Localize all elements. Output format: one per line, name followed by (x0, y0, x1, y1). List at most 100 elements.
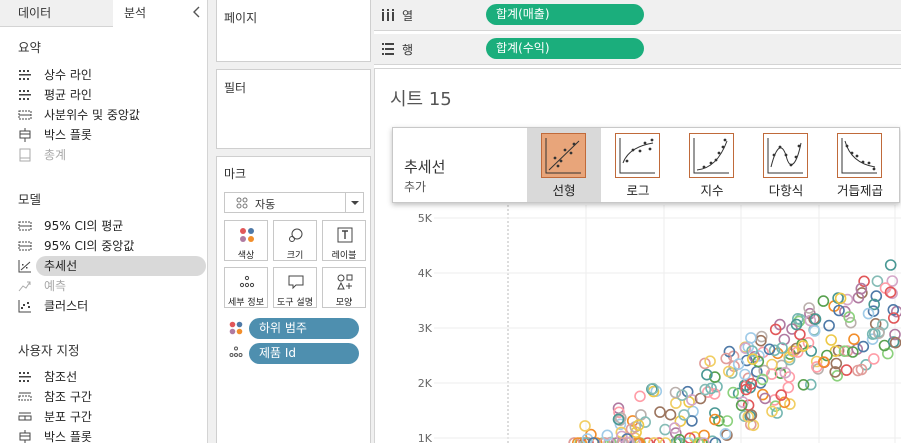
marks-label-button[interactable]: 레이블 (322, 220, 366, 261)
pane-tabs: 데이터 분석 (0, 0, 207, 27)
scatter-point (745, 332, 757, 344)
analytics-item-reference-band[interactable]: 참조 구간 (18, 387, 206, 407)
auto-mark-icon (236, 197, 248, 209)
scatter-point (884, 259, 897, 271)
section-title-custom: 사용자 지정 (18, 343, 80, 358)
analytics-item-label: 예측 (44, 279, 67, 293)
dropdown-arrow[interactable] (345, 193, 363, 212)
ci-median-icon (18, 241, 32, 251)
analytics-item-box-plot-custom[interactable]: 박스 플롯 (18, 427, 206, 443)
mark-type-label: 자동 (255, 198, 276, 211)
y-tick-label: 5K (418, 212, 433, 225)
analytics-item-label: 추세선 (44, 259, 78, 273)
distribution-band-icon (18, 412, 32, 421)
log-trend-icon (615, 133, 660, 178)
marks-button-label: 색상 (237, 251, 255, 261)
trend-option-polynomial[interactable]: 다항식 (749, 128, 823, 202)
analytics-item-label: 사분위수 및 중앙값 (44, 108, 140, 122)
trend-option-label: 거듭제곱 (836, 183, 883, 198)
mark-type-dropdown[interactable]: 자동 (224, 192, 364, 213)
power-trend-icon (837, 133, 882, 178)
scatter-point (579, 420, 591, 432)
shelves-pane: 페이지 필터 마크 자동 색상 크기 레이블 세부 정보 도구 설명 모양 하위… (208, 0, 374, 443)
linear-trend-icon (541, 133, 586, 178)
quartile-icon (18, 110, 32, 120)
marks-shape-button[interactable]: 모양 (322, 267, 366, 308)
scatter-point (664, 408, 677, 421)
color-dots-icon (229, 321, 243, 335)
analytics-item-distribution-band[interactable]: 분포 구간 (18, 407, 206, 427)
filters-shelf[interactable]: 필터 (216, 69, 371, 149)
tab-data[interactable]: 데이터 (0, 0, 113, 27)
analytics-item-label: 상수 라인 (44, 68, 92, 82)
trend-option-label: 지수 (700, 183, 724, 198)
label-icon (337, 227, 353, 243)
pages-shelf[interactable]: 페이지 (216, 0, 371, 62)
section-title-model: 모델 (18, 192, 42, 207)
analytics-pane: 데이터 분석 요약 상수 라인 평균 라인 사분위수 및 중앙값 박스 플롯 총… (0, 0, 208, 443)
trend-option-label: 로그 (626, 183, 650, 198)
analytics-item-label: 총계 (44, 148, 67, 162)
y-tick-label: 2K (418, 377, 433, 390)
trend-option-log[interactable]: 로그 (601, 128, 675, 202)
box-plot-icon (19, 430, 31, 443)
trend-option-power[interactable]: 거듭제곱 (823, 128, 897, 202)
analytics-item-label: 박스 플롯 (44, 128, 92, 142)
analytics-item-label: 참조 구간 (44, 390, 92, 404)
scatter-point (797, 378, 810, 391)
trend-line-icon (18, 260, 31, 273)
scatter-point (825, 334, 838, 346)
analytics-item-label: 95% CI의 평균 (44, 219, 124, 233)
trend-option-exponential[interactable]: 지수 (675, 128, 749, 202)
marks-detail-button[interactable]: 세부 정보 (224, 267, 268, 308)
scatter-point (659, 437, 672, 443)
marks-button-label: 크기 (286, 251, 304, 261)
pages-shelf-title: 페이지 (224, 11, 258, 25)
analytics-item-constant-line[interactable]: 상수 라인 (18, 65, 206, 85)
analytics-item-cluster[interactable]: 클러스터 (18, 296, 206, 316)
exponential-trend-icon (689, 133, 734, 178)
scatter-point (840, 364, 853, 376)
analytics-item-label: 95% CI의 중앙값 (44, 239, 135, 253)
trend-popup-subtitle: 추가 (404, 180, 427, 194)
marks-color-button[interactable]: 색상 (224, 220, 268, 261)
detail-dots-icon (229, 346, 243, 357)
trend-option-label: 선형 (552, 183, 576, 198)
trend-line-dropzone: 추세선 추가 선형 로그 지수 다항식 거듭제곱 (392, 127, 900, 203)
trend-option-linear[interactable]: 선형 (527, 128, 601, 202)
polynomial-trend-icon (763, 133, 808, 178)
scatter-point (867, 353, 880, 365)
analytics-item-box-plot[interactable]: 박스 플롯 (18, 125, 206, 145)
field-pill-subcategory[interactable]: 하위 범주 (249, 318, 359, 339)
analytics-item-average-line[interactable]: 평균 라인 (18, 85, 206, 105)
reference-line-icon (19, 372, 31, 382)
trend-option-label: 다항식 (768, 183, 804, 198)
marks-card: 마크 자동 색상 크기 레이블 세부 정보 도구 설명 모양 하위 범주 제품 … (216, 156, 371, 443)
analytics-item-forecast: 예측 (18, 276, 206, 296)
marks-button-label: 도구 설명 (277, 298, 313, 308)
analytics-item-ci-mean[interactable]: 95% CI의 평균 (18, 216, 206, 236)
analytics-item-label: 참조선 (44, 370, 78, 384)
scatter-point (848, 333, 860, 346)
analytics-item-label: 박스 플롯 (44, 430, 92, 443)
ci-mean-icon (18, 221, 32, 231)
scatter-chart[interactable]: 5K 4K 3K 2K 1K (374, 0, 901, 443)
scatter-point (659, 423, 671, 436)
analytics-item-label: 분포 구간 (44, 410, 92, 424)
scatter-point (823, 319, 835, 332)
analytics-item-ci-median[interactable]: 95% CI의 중앙값 (18, 236, 206, 256)
chevron-left-icon[interactable] (190, 4, 204, 20)
analytics-item-trend-line[interactable]: 추세선 (18, 256, 206, 276)
marks-card-title: 마크 (224, 167, 247, 181)
scatter-point (709, 437, 722, 443)
scatter-point (857, 340, 870, 353)
scatter-point (634, 390, 646, 403)
marks-tooltip-button[interactable]: 도구 설명 (273, 267, 317, 308)
scatter-point (699, 383, 712, 396)
analytics-item-quartile[interactable]: 사분위수 및 중앙값 (18, 105, 206, 125)
field-pill-product-id[interactable]: 제품 Id (249, 343, 359, 364)
marks-size-button[interactable]: 크기 (273, 220, 317, 261)
forecast-icon (18, 281, 31, 292)
marks-button-label: 세부 정보 (228, 298, 264, 308)
analytics-item-reference-line[interactable]: 참조선 (18, 367, 206, 387)
